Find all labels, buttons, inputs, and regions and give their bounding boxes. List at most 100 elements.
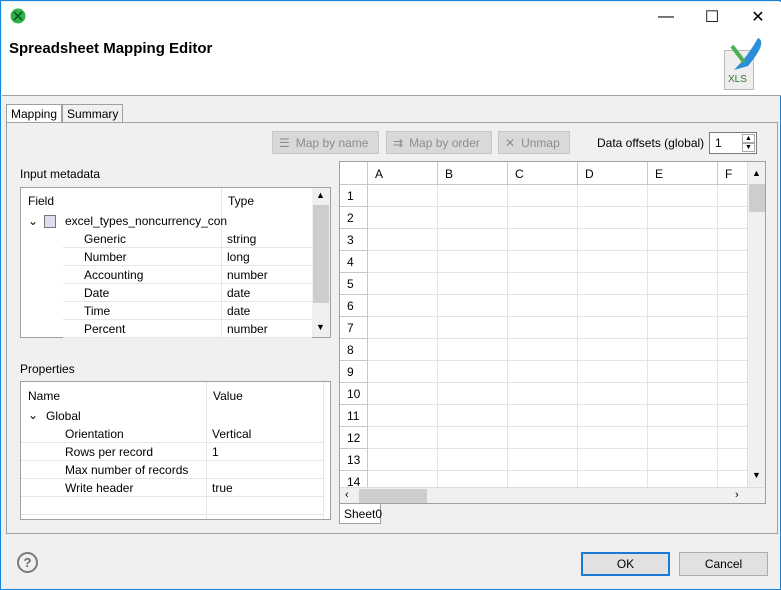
list-icon: ☰ bbox=[279, 135, 290, 150]
record-icon bbox=[44, 215, 56, 228]
x-icon: ✕ bbox=[505, 135, 516, 150]
grid-vertical-scrollbar[interactable]: ▲ ▼ bbox=[747, 162, 765, 487]
field-type: date bbox=[227, 286, 251, 300]
record-name[interactable]: excel_types_noncurrency_con bbox=[65, 214, 227, 228]
row-header[interactable]: 2 bbox=[340, 207, 368, 229]
property-row[interactable]: Max number of records bbox=[21, 461, 323, 479]
tab-summary[interactable]: Summary bbox=[62, 104, 124, 123]
metadata-row[interactable]: Generic string bbox=[63, 230, 312, 248]
metadata-row[interactable]: Number long bbox=[63, 248, 312, 266]
value-column-header[interactable]: Value bbox=[213, 389, 243, 403]
scroll-up-icon[interactable]: ▲ bbox=[316, 190, 325, 200]
field-type: long bbox=[227, 250, 250, 264]
input-metadata-label: Input metadata bbox=[20, 167, 101, 181]
row-header[interactable]: 1 bbox=[340, 185, 368, 207]
properties-label: Properties bbox=[20, 362, 75, 376]
name-column-header[interactable]: Name bbox=[28, 389, 60, 403]
close-button[interactable]: ✕ bbox=[735, 2, 781, 32]
row-header[interactable]: 3 bbox=[340, 229, 368, 251]
expand-chevron-icon[interactable]: ⌄ bbox=[28, 408, 38, 422]
dialog-window: — ☐ ✕ Spreadsheet Mapping Editor XLS Map… bbox=[0, 0, 781, 590]
ok-button[interactable]: OK bbox=[581, 552, 670, 576]
scroll-thumb[interactable] bbox=[749, 184, 765, 212]
property-value: Vertical bbox=[212, 427, 252, 441]
scroll-thumb[interactable] bbox=[313, 205, 329, 303]
row-header[interactable]: 6 bbox=[340, 295, 368, 317]
maximize-button[interactable]: ☐ bbox=[689, 2, 735, 32]
property-name: Max number of records bbox=[65, 463, 189, 477]
property-row[interactable]: Write header true bbox=[21, 479, 323, 497]
field-name: Date bbox=[84, 286, 110, 300]
property-name: Rows per record bbox=[65, 445, 154, 459]
group-global[interactable]: Global bbox=[46, 409, 81, 423]
scroll-left-icon[interactable]: ‹ bbox=[345, 489, 349, 501]
field-type: number bbox=[227, 268, 268, 282]
unmap-button[interactable]: ✕ Unmap bbox=[498, 131, 570, 154]
field-type: date bbox=[227, 304, 251, 318]
field-name: Number bbox=[84, 250, 127, 264]
field-name: Time bbox=[84, 304, 111, 318]
property-value: 1 bbox=[212, 445, 219, 459]
column-header[interactable]: E bbox=[648, 162, 718, 185]
metadata-row[interactable]: Date date bbox=[63, 284, 312, 302]
metadata-row[interactable]: Percent number bbox=[63, 320, 312, 338]
property-row[interactable]: Rows per record 1 bbox=[21, 443, 323, 461]
map-by-name-button[interactable]: ☰ Map by name bbox=[272, 131, 379, 154]
header-area: — ☐ ✕ Spreadsheet Mapping Editor XLS bbox=[2, 2, 781, 96]
scroll-down-icon[interactable]: ▼ bbox=[316, 322, 325, 332]
field-name: Accounting bbox=[84, 268, 144, 282]
minimize-button[interactable]: — bbox=[643, 2, 689, 32]
row-header[interactable]: 4 bbox=[340, 251, 368, 273]
column-header[interactable]: A bbox=[368, 162, 438, 185]
metadata-row[interactable]: Time date bbox=[63, 302, 312, 320]
row-header[interactable]: 5 bbox=[340, 273, 368, 295]
spreadsheet-grid[interactable]: A B C D E F 1 2 3 4 5 6 7 8 9 10 11 12 13 14 ▲ ▼ ‹ › bbox=[339, 161, 766, 504]
scroll-up-icon[interactable]: ▲ bbox=[752, 168, 761, 178]
properties-table: Name Value ⌄ Global Orientation Vertical R… bbox=[20, 381, 331, 520]
expand-chevron-icon[interactable]: ⌄ bbox=[28, 214, 38, 228]
row-header[interactable]: 13 bbox=[340, 449, 368, 471]
help-icon[interactable]: ? bbox=[17, 552, 38, 573]
scroll-right-icon[interactable]: › bbox=[735, 489, 739, 501]
property-name: Write header bbox=[65, 481, 134, 495]
dialog-title: Spreadsheet Mapping Editor bbox=[9, 40, 213, 57]
field-type: string bbox=[227, 232, 257, 246]
row-header[interactable]: 7 bbox=[340, 317, 368, 339]
input-metadata-tree: Field Type ⌄ excel_types_noncurrency_con… bbox=[20, 187, 331, 338]
row-header[interactable]: 10 bbox=[340, 383, 368, 405]
grid-horizontal-scrollbar[interactable]: ‹ › bbox=[340, 487, 765, 503]
property-value: true bbox=[212, 481, 233, 495]
map-by-order-button[interactable]: ⇉ Map by order bbox=[386, 131, 492, 154]
spin-up-icon[interactable]: ▲ bbox=[742, 134, 755, 143]
row-header[interactable]: 9 bbox=[340, 361, 368, 383]
cancel-button[interactable]: Cancel bbox=[679, 552, 768, 576]
corner-header[interactable] bbox=[340, 162, 368, 185]
sheet-tab-sheet0[interactable]: Sheet0 bbox=[339, 504, 382, 524]
property-name: Orientation bbox=[65, 427, 124, 441]
field-name: Percent bbox=[84, 322, 126, 336]
metadata-scrollbar[interactable]: ▲ ▼ bbox=[312, 188, 330, 337]
field-column-header[interactable]: Field bbox=[28, 194, 54, 208]
tab-mapping[interactable]: Mapping bbox=[6, 104, 63, 124]
scroll-down-icon[interactable]: ▼ bbox=[752, 470, 761, 480]
app-icon bbox=[10, 8, 26, 24]
data-offsets-label: Data offsets (global) bbox=[597, 136, 705, 150]
column-header[interactable]: F bbox=[718, 162, 748, 185]
metadata-row[interactable]: Accounting number bbox=[63, 266, 312, 284]
property-row[interactable]: Orientation Vertical bbox=[21, 425, 323, 443]
order-icon: ⇉ bbox=[393, 135, 404, 150]
spin-down-icon[interactable]: ▼ bbox=[742, 143, 755, 152]
type-column-header[interactable]: Type bbox=[228, 194, 254, 208]
column-header[interactable]: D bbox=[578, 162, 648, 185]
scroll-thumb[interactable] bbox=[359, 489, 427, 503]
row-header[interactable]: 11 bbox=[340, 405, 368, 427]
column-header[interactable]: B bbox=[438, 162, 508, 185]
row-header[interactable]: 12 bbox=[340, 427, 368, 449]
column-header[interactable]: C bbox=[508, 162, 578, 185]
tab-strip: Mapping Summary bbox=[6, 104, 124, 124]
row-header[interactable]: 8 bbox=[340, 339, 368, 361]
field-name: Generic bbox=[84, 232, 127, 246]
data-offsets-value: 1 bbox=[715, 136, 722, 150]
field-type: number bbox=[227, 322, 268, 336]
data-offsets-spinner[interactable]: 1 ▲ ▼ bbox=[709, 132, 757, 154]
